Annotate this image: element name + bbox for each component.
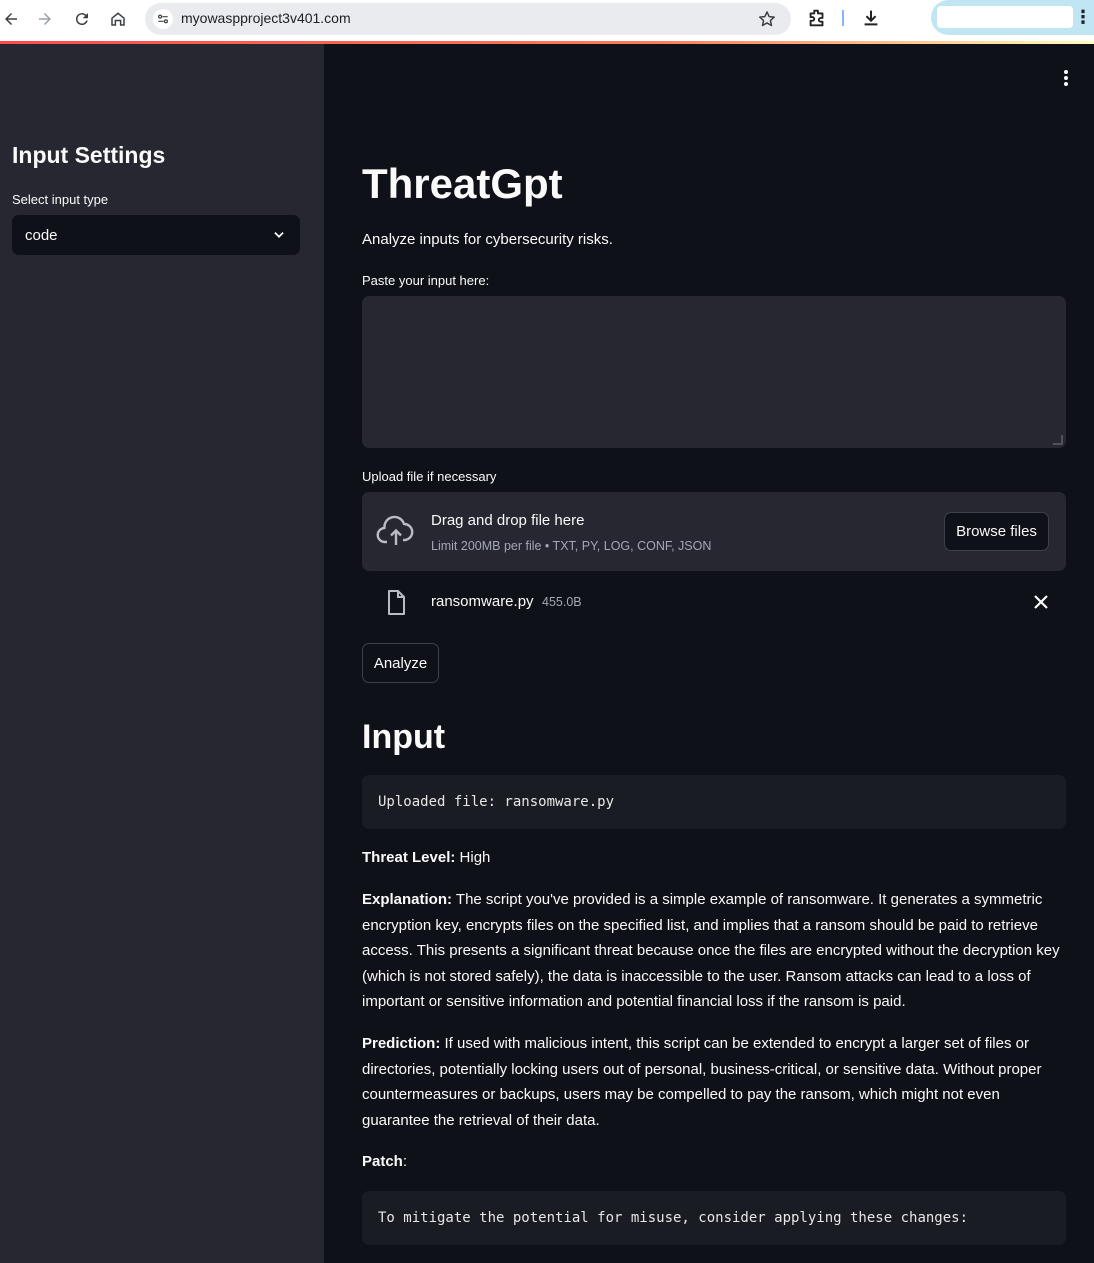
threat-level-label: Threat Level: [362, 849, 456, 866]
dropzone-limit: Limit 200MB per file • TXT, PY, LOG, CON… [431, 539, 712, 553]
star-icon[interactable] [757, 9, 777, 29]
browse-files-button[interactable]: Browse files [944, 512, 1049, 551]
select-value: code [25, 227, 58, 244]
extensions-icon[interactable] [806, 7, 828, 29]
explanation-text: The script you've provided is a simple e… [362, 891, 1060, 1010]
analyze-button[interactable]: Analyze [362, 643, 439, 683]
kebab-menu-icon[interactable] [1058, 68, 1074, 90]
input-textarea[interactable] [362, 296, 1066, 448]
download-icon[interactable] [860, 7, 882, 29]
select-input-type-label: Select input type [12, 192, 109, 207]
threat-level-paragraph: Threat Level: High [362, 845, 1066, 871]
prediction-text: If used with malicious intent, this scri… [362, 1035, 1042, 1129]
page-subtitle: Analyze inputs for cybersecurity risks. [362, 231, 613, 248]
prediction-label: Prediction: [362, 1035, 441, 1052]
chevron-down-icon[interactable] [272, 228, 286, 242]
sidebar-heading: Input Settings [12, 142, 166, 168]
menu-icon[interactable]: ⋮ [1074, 7, 1092, 29]
resize-handle[interactable] [1053, 435, 1063, 445]
sidebar: Input Settings Select input type code [0, 44, 324, 1263]
browser-toolbar: myowaspproject3v401.com ⋮ [0, 0, 1094, 44]
uploaded-file-code-block: Uploaded file: ransomware.py [362, 775, 1066, 829]
cloud-upload-icon [376, 513, 416, 549]
patch-paragraph: Patch: [362, 1149, 1066, 1175]
file-icon [384, 589, 408, 617]
address-bar[interactable]: myowaspproject3v401.com [145, 3, 791, 35]
reload-icon[interactable] [71, 8, 93, 30]
threat-level-value: High [459, 849, 491, 866]
uploaded-file-code: Uploaded file: ransomware.py [378, 794, 615, 810]
url-text[interactable]: myowaspproject3v401.com [181, 10, 351, 26]
file-size: 455.0B [542, 595, 582, 609]
profile-pill[interactable]: ⋮ [931, 0, 1094, 35]
dropzone-title: Drag and drop file here [431, 512, 585, 529]
home-icon[interactable] [107, 8, 129, 30]
explanation-paragraph: Explanation: The script you've provided … [362, 887, 1066, 1015]
file-dropzone[interactable]: Drag and drop file here Limit 200MB per … [362, 492, 1066, 571]
patch-code: To mitigate the potential for misuse, co… [378, 1210, 969, 1226]
back-icon[interactable] [0, 8, 22, 30]
explanation-label: Explanation: [362, 891, 453, 908]
file-name: ransomware.py [431, 593, 534, 610]
upload-label: Upload file if necessary [362, 469, 497, 484]
patch-label: Patch [362, 1153, 403, 1170]
prediction-paragraph: Prediction: If used with malicious inten… [362, 1031, 1066, 1133]
main-content: ThreatGpt Analyze inputs for cybersecuri… [324, 44, 1094, 1263]
input-type-select[interactable]: code [12, 215, 300, 255]
page-title: ThreatGpt [362, 160, 563, 207]
patch-colon: : [402, 1153, 408, 1170]
input-textarea-label: Paste your input here: [362, 273, 490, 288]
input-heading: Input [362, 718, 446, 756]
profile-field [937, 6, 1073, 28]
close-icon[interactable] [1032, 593, 1050, 611]
patch-code-block: To mitigate the potential for misuse, co… [362, 1191, 1066, 1245]
forward-icon[interactable] [34, 8, 56, 30]
uploaded-file-row: ransomware.py 455.0B [362, 584, 1066, 624]
toolbar-separator [842, 10, 844, 26]
site-info-icon[interactable] [153, 9, 173, 29]
